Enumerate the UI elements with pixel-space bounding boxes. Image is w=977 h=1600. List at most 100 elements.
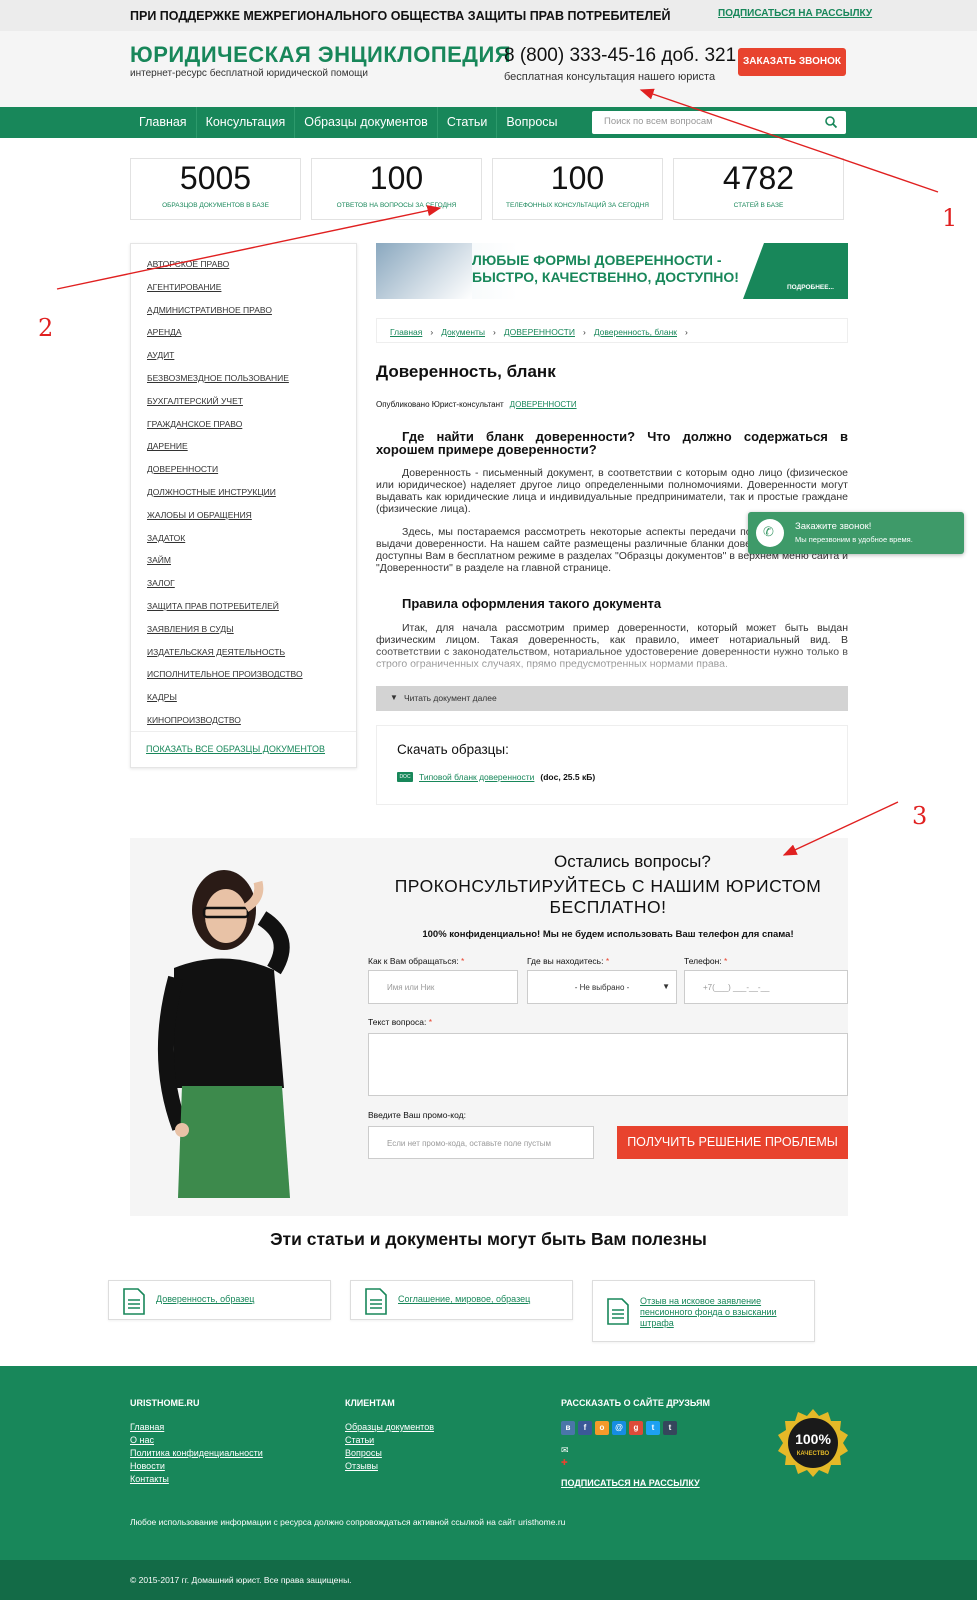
useful-card-link[interactable]: Соглашение, мировое, образец (398, 1294, 568, 1305)
phone-field[interactable]: +7(___) ___-__-__ (684, 970, 848, 1004)
sidebar-item[interactable]: ГРАЖДАНСКОЕ ПРАВО (147, 418, 356, 441)
vk-icon[interactable]: в (561, 1421, 575, 1435)
read-more-button[interactable]: ▼ Читать документ далее (376, 686, 848, 711)
twitter-icon[interactable]: t (646, 1421, 660, 1435)
search-input[interactable]: Поиск по всем вопросам (592, 111, 846, 134)
sidebar-item[interactable]: БЕЗВОЗМЕЗДНОЕ ПОЛЬЗОВАНИЕ (147, 372, 356, 395)
sidebar-link[interactable]: БЕЗВОЗМЕЗДНОЕ ПОЛЬЗОВАНИЕ (147, 373, 289, 383)
google-plus-icon[interactable]: g (629, 1421, 643, 1435)
nav-item-consultation[interactable]: Консультация (197, 107, 296, 138)
sidebar-link[interactable]: ЗАЙМ (147, 555, 171, 565)
sidebar-link[interactable]: КАДРЫ (147, 692, 177, 702)
useful-card[interactable]: Соглашение, мировое, образец (350, 1280, 573, 1320)
sidebar-link[interactable]: АГЕНТИРОВАНИЕ (147, 282, 221, 292)
footer-link[interactable]: О нас (130, 1434, 263, 1447)
nav-item-home[interactable]: Главная (130, 107, 197, 138)
useful-card[interactable]: Отзыв на исковое заявление пенсионного ф… (592, 1280, 815, 1342)
logo-title[interactable]: ЮРИДИЧЕСКАЯ ЭНЦИКЛОПЕДИЯ (130, 42, 511, 68)
banner-more[interactable]: ПОДРОБНЕЕ... (787, 284, 834, 291)
callback-button[interactable]: ЗАКАЗАТЬ ЗВОНОК (738, 48, 846, 76)
sidebar-item[interactable]: ЗАДАТОК (147, 532, 356, 555)
sidebar-item[interactable]: ИСПОЛНИТЕЛЬНОЕ ПРОИЗВОДСТВО (147, 668, 356, 691)
tumblr-icon[interactable]: t (663, 1421, 677, 1435)
show-all-link[interactable]: ПОКАЗАТЬ ВСЕ ОБРАЗЦЫ ДОКУМЕНТОВ (146, 744, 325, 754)
sidebar-link[interactable]: КИНОПРОИЗВОДСТВО (147, 715, 241, 725)
facebook-icon[interactable]: f (578, 1421, 592, 1435)
sidebar-item[interactable]: АУДИТ (147, 349, 356, 372)
subscribe-link[interactable]: ПОДПИСАТЬСЯ НА РАССЫЛКУ (718, 8, 872, 19)
sidebar-item[interactable]: ЗАЯВЛЕНИЯ В СУДЫ (147, 623, 356, 646)
breadcrumb-item[interactable]: Доверенность, бланк (594, 327, 677, 337)
sidebar-link[interactable]: АВТОРСКОЕ ПРАВО (147, 259, 229, 269)
sidebar-link[interactable]: ЖАЛОБЫ И ОБРАЩЕНИЯ (147, 510, 252, 520)
sidebar-link[interactable]: ЗАЛОГ (147, 578, 175, 588)
useful-card-link[interactable]: Отзыв на исковое заявление пенсионного ф… (640, 1296, 810, 1329)
sidebar-item[interactable]: АДМИНИСТРАТИВНОЕ ПРАВО (147, 304, 356, 327)
sidebar-item[interactable]: АВТОРСКОЕ ПРАВО (147, 258, 356, 281)
footer-link[interactable]: Статьи (345, 1434, 434, 1447)
footer-link[interactable]: Новости (130, 1460, 263, 1473)
promo-banner[interactable]: ЛЮБЫЕ ФОРМЫ ДОВЕРЕННОСТИ - БЫСТРО, КАЧЕС… (376, 243, 848, 299)
copyright-bar: © 2015-2017 гг. Домашний юрист. Все прав… (0, 1560, 977, 1600)
sidebar-item[interactable]: АРЕНДА (147, 326, 356, 349)
odnoklassniki-icon[interactable]: о (595, 1421, 609, 1435)
email-icon[interactable]: ✉ (561, 1445, 710, 1456)
footer-link[interactable]: Образцы документов (345, 1421, 434, 1434)
sidebar-link[interactable]: АРЕНДА (147, 327, 182, 337)
sidebar-item[interactable]: ИЗДАТЕЛЬСКАЯ ДЕЯТЕЛЬНОСТЬ (147, 646, 356, 669)
breadcrumb-item[interactable]: ДОВЕРЕННОСТИ (504, 327, 575, 337)
breadcrumb-item[interactable]: Главная (390, 327, 422, 337)
sidebar-link[interactable]: ДОВЕРЕННОСТИ (147, 464, 218, 474)
phone-subtitle: бесплатная консультация нашего юриста (504, 71, 716, 83)
mailru-icon[interactable]: @ (612, 1421, 626, 1435)
sidebar-item[interactable]: ДОЛЖНОСТНЫЕ ИНСТРУКЦИИ (147, 486, 356, 509)
call-widget[interactable]: ✆ Закажите звонок! Мы перезвоним в удобн… (748, 512, 964, 554)
useful-card-link[interactable]: Доверенность, образец (156, 1294, 326, 1305)
sidebar-link[interactable]: ИСПОЛНИТЕЛЬНОЕ ПРОИЗВОДСТВО (147, 669, 303, 679)
sidebar-link[interactable]: ЗАДАТОК (147, 533, 185, 543)
useful-cards: Доверенность, образец Соглашение, мирово… (108, 1280, 815, 1342)
stat-phone-consultations: 100 ТЕЛЕФОННЫХ КОНСУЛЬТАЦИЙ ЗА СЕГОДНЯ (492, 158, 663, 220)
sidebar-item[interactable]: ЗАЩИТА ПРАВ ПОТРЕБИТЕЛЕЙ (147, 600, 356, 623)
sidebar-item[interactable]: ЗАЙМ (147, 554, 356, 577)
sidebar-item[interactable]: АГЕНТИРОВАНИЕ (147, 281, 356, 304)
category-link[interactable]: ДОВЕРЕННОСТИ (510, 400, 577, 409)
sidebar-item[interactable]: ДАРЕНИЕ (147, 440, 356, 463)
promo-field[interactable]: Если нет промо-кода, оставьте поле пусты… (368, 1126, 594, 1159)
breadcrumb-item[interactable]: Документы (441, 327, 485, 337)
footer-note: Любое использование информации с ресурса… (130, 1517, 566, 1527)
consultant-photo (157, 870, 290, 1198)
sidebar-link[interactable]: ГРАЖДАНСКОЕ ПРАВО (147, 419, 242, 429)
sidebar-item[interactable]: ДОВЕРЕННОСТИ (147, 463, 356, 486)
name-field[interactable]: Имя или Ник (368, 970, 518, 1004)
phone-number[interactable]: 8 (800) 333-45-16 доб. 321 (504, 45, 736, 67)
share-more-icon[interactable]: ✚ (561, 1458, 710, 1467)
footer-link[interactable]: Вопросы (345, 1447, 434, 1460)
sidebar-item[interactable]: КАДРЫ (147, 691, 356, 714)
question-textarea[interactable] (368, 1033, 848, 1096)
sidebar-item[interactable]: ЖАЛОБЫ И ОБРАЩЕНИЯ (147, 509, 356, 532)
footer-link[interactable]: Главная (130, 1421, 263, 1434)
nav-item-questions[interactable]: Вопросы (497, 107, 566, 138)
sidebar-link[interactable]: ДОЛЖНОСТНЫЕ ИНСТРУКЦИИ (147, 487, 276, 497)
useful-card[interactable]: Доверенность, образец (108, 1280, 331, 1320)
footer-subscribe-link[interactable]: ПОДПИСАТЬСЯ НА РАССЫЛКУ (561, 1477, 710, 1490)
sidebar-link[interactable]: ДАРЕНИЕ (147, 441, 188, 451)
search-icon[interactable] (824, 115, 838, 129)
download-link[interactable]: Типовой бланк доверенности (419, 772, 534, 782)
footer-link[interactable]: Отзывы (345, 1460, 434, 1473)
sidebar-link[interactable]: БУХГАЛТЕРСКИЙ УЧЕТ (147, 396, 243, 406)
sidebar-link[interactable]: ИЗДАТЕЛЬСКАЯ ДЕЯТЕЛЬНОСТЬ (147, 647, 285, 657)
sidebar-link[interactable]: ЗАЩИТА ПРАВ ПОТРЕБИТЕЛЕЙ (147, 601, 279, 611)
sidebar-link[interactable]: АУДИТ (147, 350, 174, 360)
nav-item-articles[interactable]: Статьи (438, 107, 498, 138)
footer-link[interactable]: Политика конфиденциальности (130, 1447, 263, 1460)
sidebar-link[interactable]: АДМИНИСТРАТИВНОЕ ПРАВО (147, 305, 272, 315)
footer-link[interactable]: Контакты (130, 1473, 263, 1486)
sidebar-link[interactable]: ЗАЯВЛЕНИЯ В СУДЫ (147, 624, 234, 634)
location-select[interactable]: - Не выбрано - ▼ (527, 970, 677, 1004)
nav-item-documents[interactable]: Образцы документов (295, 107, 438, 138)
submit-button[interactable]: ПОЛУЧИТЬ РЕШЕНИЕ ПРОБЛЕМЫ (617, 1126, 848, 1159)
sidebar-item[interactable]: БУХГАЛТЕРСКИЙ УЧЕТ (147, 395, 356, 418)
sidebar-item[interactable]: ЗАЛОГ (147, 577, 356, 600)
